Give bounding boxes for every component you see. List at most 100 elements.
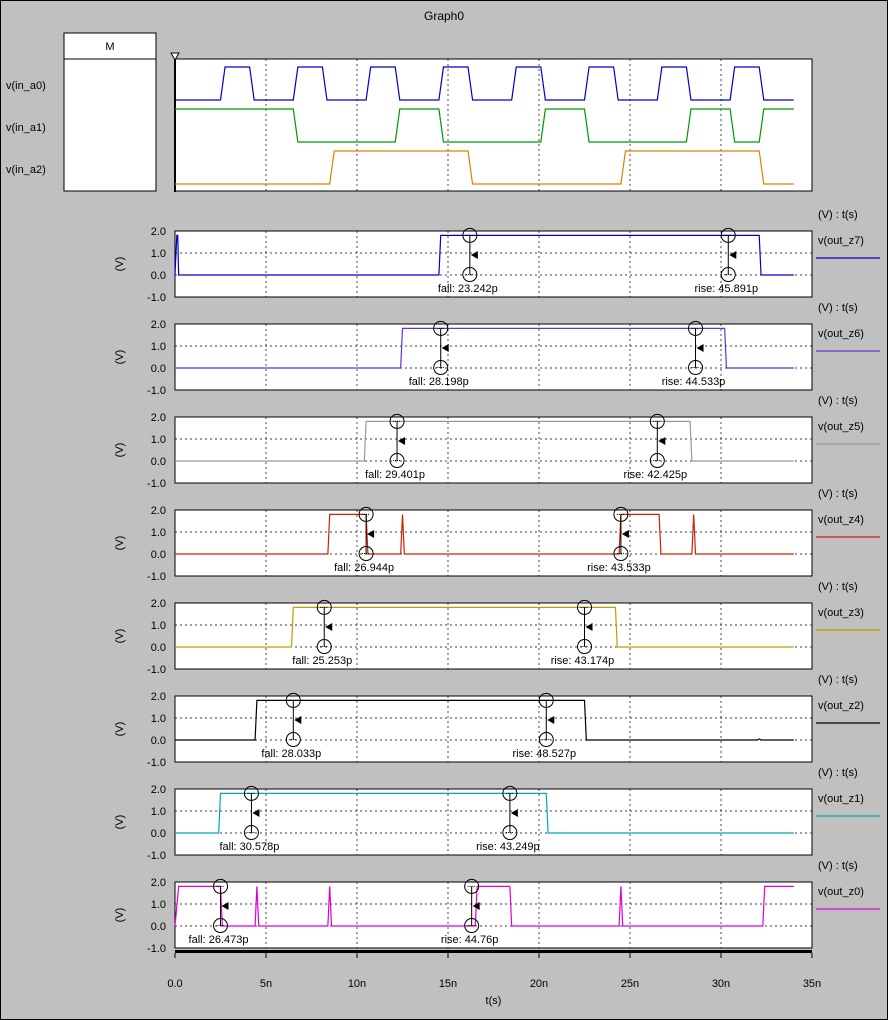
units-label: (V) : t(s) (818, 674, 858, 686)
fall-measurement: fall: 25.253p (292, 655, 352, 667)
legend-label: v(out_z3) (818, 607, 864, 619)
y-axis-label: (V) (114, 908, 126, 923)
rise-measurement: rise: 44.76p (441, 934, 498, 946)
y-tick-label: 0.0 (151, 363, 166, 375)
y-tick-label: 1.0 (151, 248, 166, 260)
x-tick-label: 35n (803, 978, 821, 990)
input-label-in_a0: v(in_a0) (6, 80, 46, 92)
legend-label: v(out_z4) (818, 514, 864, 526)
rise-measurement: rise: 48.527p (512, 748, 576, 760)
marker-box: M (63, 32, 157, 192)
units-label: (V) : t(s) (818, 860, 858, 872)
y-tick-label: 1.0 (151, 341, 166, 353)
y-axis-label: (V) (114, 815, 126, 830)
rise-measurement: rise: 44.533p (662, 376, 726, 388)
x-axis: 0.0 5n 10n 15n 20n 25n 30n 35n t(s) (167, 950, 821, 1007)
output-panel: 2.0 1.0 0.0 -1.0 (V) (V) : t(s) v(out_z3) fall:… (114, 581, 880, 676)
rise-measurement: rise: 43.533p (587, 562, 651, 574)
y-axis-label: (V) (114, 350, 126, 365)
y-tick-label: 0.0 (151, 270, 166, 282)
fall-measurement: fall: 28.033p (261, 748, 321, 760)
fall-measurement: fall: 29.401p (365, 469, 425, 481)
x-tick-label: 5n (260, 978, 272, 990)
fall-measurement: fall: 23.242p (438, 283, 498, 295)
legend-label: v(out_z6) (818, 328, 864, 340)
y-tick-label: 2.0 (151, 226, 166, 238)
rise-measurement: rise: 43.249p (476, 841, 540, 853)
x-tick-label: 15n (439, 978, 457, 990)
units-label: (V) : t(s) (818, 209, 858, 221)
y-axis-label: (V) (114, 443, 126, 458)
marker-panel (63, 32, 157, 192)
units-label: (V) : t(s) (818, 302, 858, 314)
y-tick-label: 1.0 (151, 899, 166, 911)
plot-area (174, 416, 813, 484)
y-axis-label: (V) (114, 629, 126, 644)
output-panel: 2.0 1.0 0.0 -1.0 (V) (V) : t(s) v(out_z7) fall:… (114, 209, 880, 304)
rise-measurement: rise: 42.425p (623, 469, 687, 481)
fall-measurement: fall: 26.473p (189, 934, 249, 946)
fall-measurement: fall: 30.578p (219, 841, 279, 853)
input-plot-area (174, 58, 813, 192)
y-tick-label: 0.0 (151, 921, 166, 933)
x-tick-label: 0.0 (167, 978, 182, 990)
legend-label: v(out_z7) (818, 235, 864, 247)
input-label-in_a1: v(in_a1) (6, 122, 46, 134)
rise-measurement: rise: 43.174p (551, 655, 615, 667)
y-tick-label: -1.0 (147, 757, 166, 769)
fall-measurement: fall: 26.944p (334, 562, 394, 574)
y-tick-label: 1.0 (151, 713, 166, 725)
marker-label: M (105, 41, 114, 53)
legend-label: v(out_z5) (818, 421, 864, 433)
y-axis-label: (V) (114, 257, 126, 272)
y-tick-label: 0.0 (151, 549, 166, 561)
units-label: (V) : t(s) (818, 488, 858, 500)
input-label-in_a2: v(in_a2) (6, 164, 46, 176)
output-panel: 2.0 1.0 0.0 -1.0 (V) (V) : t(s) v(out_z2) fall:… (114, 674, 880, 769)
y-tick-label: 0.0 (151, 735, 166, 747)
plot-area (174, 509, 813, 577)
units-label: (V) : t(s) (818, 395, 858, 407)
y-tick-label: -1.0 (147, 571, 166, 583)
y-tick-label: 2.0 (151, 505, 166, 517)
output-panel: 2.0 1.0 0.0 -1.0 (V) (V) : t(s) v(out_z5) fall:… (114, 395, 880, 490)
plot-area (174, 602, 813, 670)
y-tick-label: 1.0 (151, 434, 166, 446)
output-panel: 2.0 1.0 0.0 -1.0 (V) (V) : t(s) v(out_z0) fall:… (114, 860, 880, 955)
y-tick-label: -1.0 (147, 478, 166, 490)
waveform-chart[interactable]: Mv(in_a0) v(in_a1) v(in_a2) 2.0 1.0 0.0 -1.0 (V… (0, 0, 888, 1020)
y-tick-label: 1.0 (151, 620, 166, 632)
units-label: (V) : t(s) (818, 767, 858, 779)
legend-label: v(out_z2) (818, 700, 864, 712)
y-tick-label: 2.0 (151, 877, 166, 889)
y-tick-label: 2.0 (151, 784, 166, 796)
y-tick-label: 0.0 (151, 642, 166, 654)
y-tick-label: -1.0 (147, 385, 166, 397)
y-tick-label: 2.0 (151, 598, 166, 610)
y-tick-label: -1.0 (147, 292, 166, 304)
y-tick-label: 2.0 (151, 691, 166, 703)
fall-measurement: fall: 28.198p (409, 376, 469, 388)
x-tick-label: 20n (530, 978, 548, 990)
y-tick-label: 0.0 (151, 828, 166, 840)
y-tick-label: 0.0 (151, 456, 166, 468)
y-tick-label: 1.0 (151, 806, 166, 818)
y-tick-label: -1.0 (147, 850, 166, 862)
x-axis-bar (175, 950, 812, 953)
output-panel: 2.0 1.0 0.0 -1.0 (V) (V) : t(s) v(out_z4) fall:… (114, 488, 880, 583)
x-tick-label: 25n (621, 978, 639, 990)
rise-measurement: rise: 45.891p (694, 283, 758, 295)
output-panel: 2.0 1.0 0.0 -1.0 (V) (V) : t(s) v(out_z6) fall:… (114, 302, 880, 397)
y-axis-label: (V) (114, 722, 126, 737)
y-tick-label: 2.0 (151, 319, 166, 331)
y-tick-label: 2.0 (151, 412, 166, 424)
y-axis-label: (V) (114, 536, 126, 551)
legend-label: v(out_z0) (818, 886, 864, 898)
x-tick-label: 30n (712, 978, 730, 990)
legend-label: v(out_z1) (818, 793, 864, 805)
y-tick-label: -1.0 (147, 664, 166, 676)
x-tick-label: 10n (348, 978, 366, 990)
units-label: (V) : t(s) (818, 581, 858, 593)
y-tick-label: -1.0 (147, 943, 166, 955)
output-panel: 2.0 1.0 0.0 -1.0 (V) (V) : t(s) v(out_z1) fall:… (114, 767, 880, 862)
